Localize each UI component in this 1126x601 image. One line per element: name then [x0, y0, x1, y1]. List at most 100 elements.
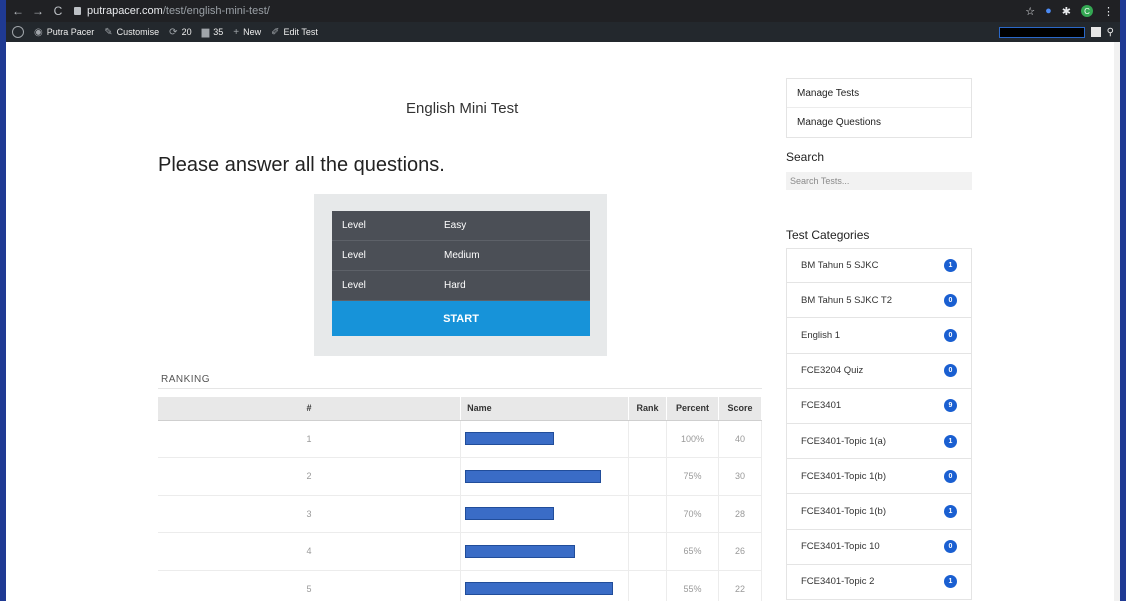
- ranking-divider: [158, 388, 762, 389]
- level-value: Hard: [444, 280, 466, 291]
- redacted-name: [465, 582, 614, 596]
- back-icon[interactable]: ←: [10, 4, 26, 18]
- customise-label: Customise: [116, 27, 160, 37]
- category-label: FCE3401-Topic 1(b): [801, 470, 887, 482]
- pencil-icon: ✐: [271, 26, 280, 38]
- manage-links: Manage Tests Manage Questions: [786, 78, 972, 138]
- updates-count: 20: [181, 27, 192, 37]
- search-heading: Search: [786, 150, 825, 164]
- star-icon[interactable]: ☆: [1025, 5, 1035, 18]
- table-row: 3 70% 28: [158, 495, 763, 533]
- rank-number: 1: [158, 420, 462, 458]
- level-label: Level: [342, 220, 366, 231]
- level-row-easy[interactable]: Level Easy: [332, 211, 590, 241]
- category-item[interactable]: English 1 0: [786, 318, 972, 354]
- rank-cell: [628, 495, 668, 533]
- category-item[interactable]: FCE3401 9: [786, 388, 972, 424]
- column-header-rank[interactable]: Rank: [628, 397, 668, 421]
- category-item[interactable]: BM Tahun 5 SJKC T2 0: [786, 283, 972, 319]
- category-label: FCE3401-Topic 1(a): [801, 435, 887, 447]
- category-item[interactable]: FCE3401-Topic 1(b) 1: [786, 494, 972, 530]
- category-count-badge: 0: [944, 293, 957, 307]
- category-label: BM Tahun 5 SJKC T2: [801, 294, 893, 306]
- level-label: Level: [342, 280, 366, 291]
- rank-number: 3: [158, 495, 462, 533]
- puzzle-icon[interactable]: ✱: [1062, 5, 1071, 18]
- table-row: 4 65% 26: [158, 532, 763, 571]
- search-icon[interactable]: ⚲: [1107, 27, 1114, 38]
- name-cell: [460, 457, 630, 496]
- ranking-heading: RANKING: [161, 374, 211, 385]
- category-item[interactable]: FCE3204 Quiz 0: [786, 353, 972, 389]
- profile-avatar[interactable]: C: [1081, 5, 1093, 17]
- admin-bar: ◉ Putra Pacer ✎ Customise ⟳ 20 ▆ 35 + New ✐ Ed…: [6, 22, 1120, 42]
- admin-new[interactable]: + New: [233, 27, 261, 38]
- start-button[interactable]: START: [332, 301, 590, 336]
- admin-updates[interactable]: ⟳ 20: [169, 27, 191, 38]
- level-row-medium[interactable]: Level Medium: [332, 241, 590, 271]
- wordpress-icon[interactable]: [12, 26, 24, 38]
- redacted-name: [465, 432, 555, 446]
- redacted-name: [465, 544, 576, 558]
- admin-comments[interactable]: ▆ 35: [202, 27, 224, 38]
- category-count-badge: 0: [944, 328, 957, 342]
- address-bar[interactable]: putrapacer.com/test/english-mini-test/: [74, 3, 270, 19]
- category-item[interactable]: BM Tahun 5 SJKC 1: [786, 248, 972, 284]
- percent-cell: 70%: [666, 495, 719, 533]
- category-item[interactable]: FCE3401-Topic 1(a) 1: [786, 423, 972, 460]
- category-item[interactable]: FCE3401-Topic 10 0: [786, 529, 972, 565]
- comment-icon: ▆: [201, 26, 210, 38]
- user-avatar[interactable]: [1090, 27, 1101, 37]
- redacted-name: [465, 507, 555, 521]
- category-item[interactable]: FCE3401-Topic 2 1: [786, 564, 972, 600]
- percent-cell: 65%: [666, 532, 719, 571]
- browser-toolbar: ← → C putrapacer.com/test/english-mini-t…: [6, 0, 1120, 22]
- redacted-username[interactable]: [998, 26, 1085, 38]
- column-header-percent[interactable]: Percent: [666, 397, 719, 421]
- test-title: English Mini Test: [406, 100, 519, 117]
- admin-edit-test[interactable]: ✐ Edit Test: [271, 27, 318, 38]
- admin-customise[interactable]: ✎ Customise: [104, 27, 159, 38]
- column-header-number[interactable]: #: [158, 397, 462, 421]
- rank-cell: [628, 457, 668, 496]
- score-cell: 28: [718, 495, 763, 533]
- name-cell: [460, 570, 630, 601]
- page-content: English Mini Test Please answer all the …: [6, 42, 1120, 601]
- category-label: FCE3401-Topic 1(b): [801, 505, 887, 517]
- search-input[interactable]: [786, 172, 972, 190]
- category-list: BM Tahun 5 SJKC 1 BM Tahun 5 SJKC T2 0 Eng…: [786, 248, 972, 600]
- reload-icon[interactable]: C: [50, 4, 66, 18]
- comments-count: 35: [213, 27, 224, 37]
- category-count-badge: 0: [944, 364, 957, 378]
- level-value: Easy: [444, 220, 467, 231]
- name-cell: [460, 420, 630, 458]
- lock-icon: [74, 7, 81, 15]
- category-count-badge: 1: [944, 575, 957, 589]
- new-label: New: [243, 27, 262, 37]
- category-count-badge: 1: [944, 259, 957, 273]
- level-label: Level: [342, 250, 366, 261]
- forward-icon[interactable]: →: [30, 4, 46, 18]
- level-row-hard[interactable]: Level Hard: [332, 271, 590, 301]
- page-scrollbar[interactable]: [1114, 42, 1120, 601]
- percent-cell: 75%: [666, 457, 719, 496]
- manage-tests-link[interactable]: Manage Tests: [787, 79, 971, 108]
- menu-dots-icon[interactable]: ⋮: [1103, 5, 1114, 18]
- score-cell: 26: [718, 532, 763, 571]
- plus-icon: +: [233, 26, 240, 38]
- column-header-name[interactable]: Name: [460, 397, 630, 421]
- admin-site-name[interactable]: ◉ Putra Pacer: [34, 27, 94, 38]
- site-name-label: Putra Pacer: [46, 27, 95, 37]
- category-count-badge: 9: [944, 399, 957, 413]
- rank-number: 5: [158, 570, 462, 601]
- category-label: FCE3401-Topic 2: [801, 576, 875, 588]
- test-start-panel: Level Easy Level Medium Level Hard START: [314, 194, 607, 356]
- name-cell: [460, 495, 630, 533]
- category-item[interactable]: FCE3401-Topic 1(b) 0: [786, 459, 972, 495]
- column-header-score[interactable]: Score: [718, 397, 763, 421]
- table-row: 2 75% 30: [158, 457, 763, 496]
- manage-questions-link[interactable]: Manage Questions: [787, 108, 971, 137]
- rank-number: 2: [158, 457, 462, 496]
- dashboard-icon: ◉: [34, 26, 43, 38]
- extension-shield-icon[interactable]: ●: [1045, 5, 1052, 17]
